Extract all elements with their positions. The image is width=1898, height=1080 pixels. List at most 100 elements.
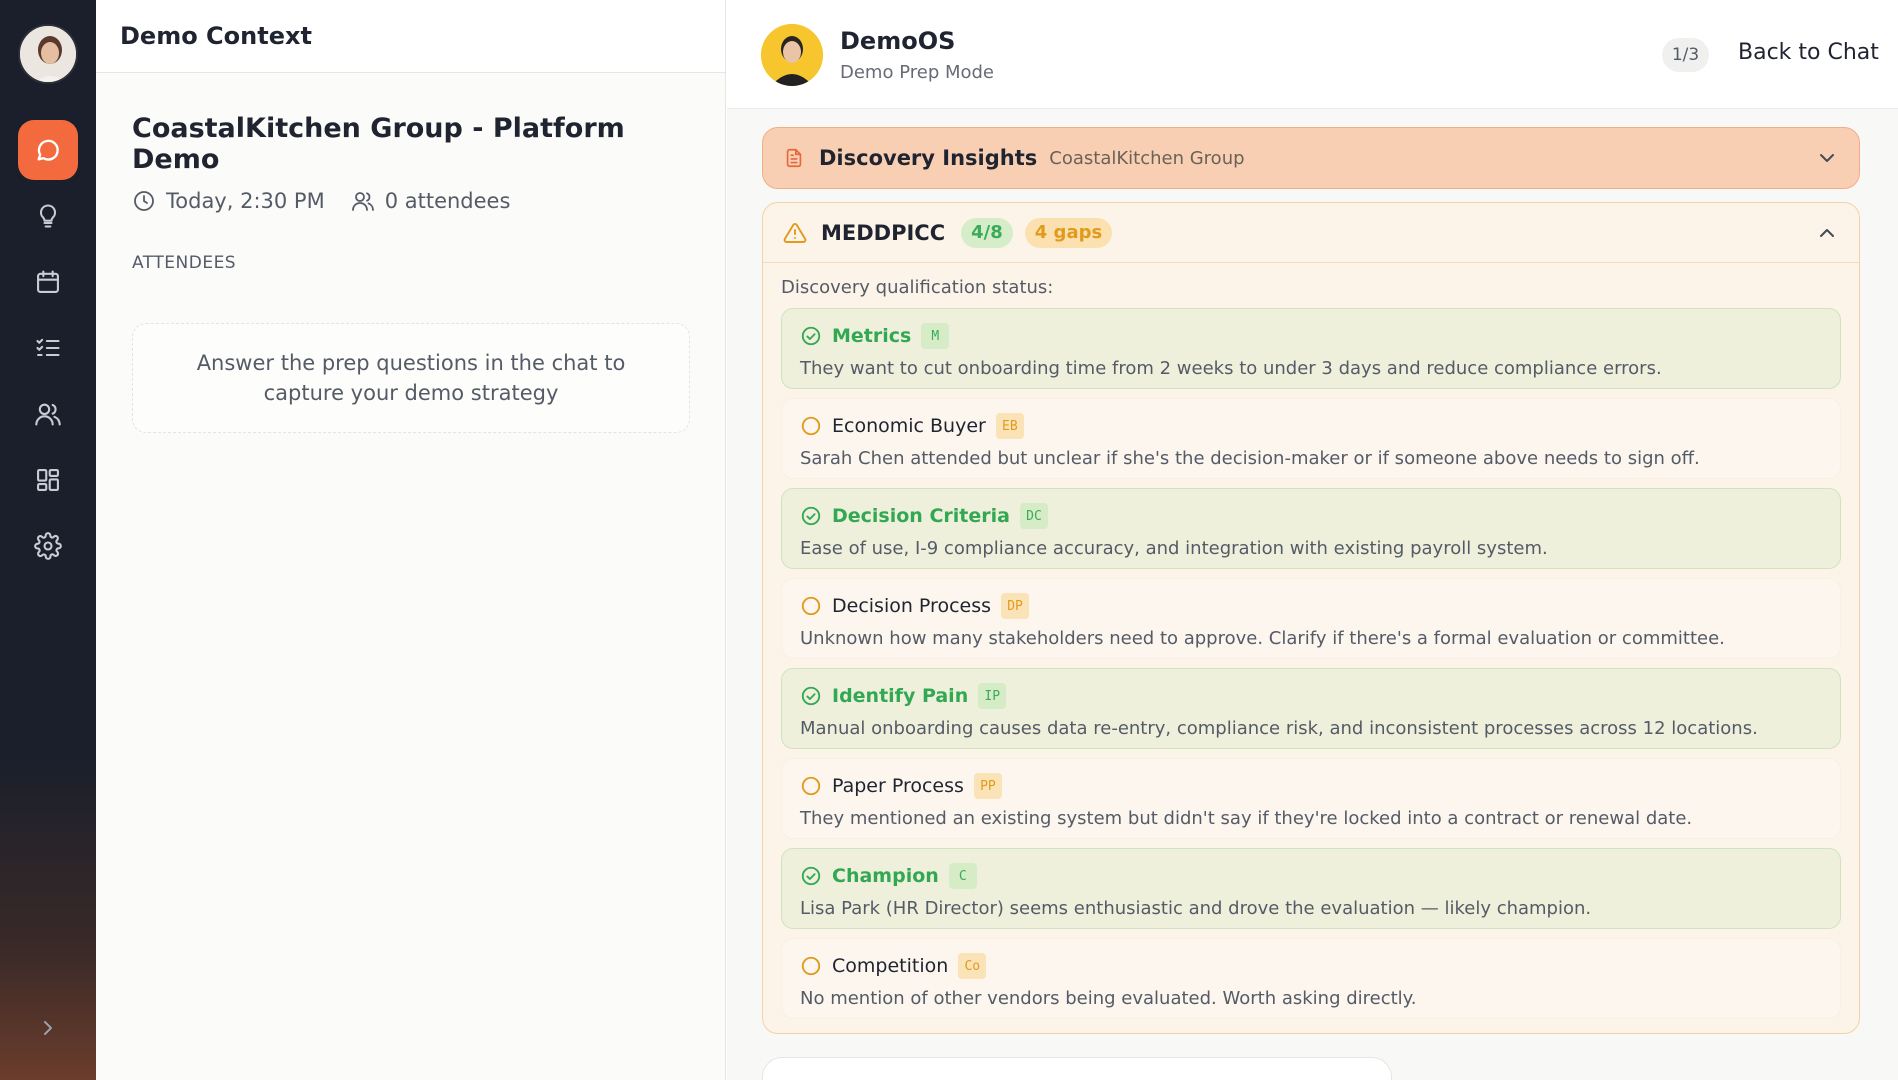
demo-title: CoastalKitchen Group - Platform Demo — [132, 113, 625, 175]
meddpicc-item-name: Champion — [832, 865, 939, 887]
meddpicc-score-badge: 4/8 — [961, 217, 1013, 248]
attendees-section-label: ATTENDEES — [132, 253, 237, 273]
meddpicc-item-code: DC — [1019, 503, 1048, 529]
meddpicc-item-code: C — [948, 863, 977, 889]
demo-time-text: Today, 2:30 PM — [166, 189, 325, 213]
warning-icon — [783, 222, 807, 243]
nav-rail — [0, 0, 96, 1080]
step-pager: 1/3 — [1662, 38, 1709, 72]
checklist-icon — [36, 338, 60, 357]
bot-avatar-image — [761, 24, 823, 86]
meddpicc-item-name: Decision Process — [832, 595, 992, 617]
meddpicc-item-row: Economic Buyer EB — [800, 412, 1822, 440]
meddpicc-item-row: Decision Process DP — [800, 592, 1822, 620]
demo-meta: Today, 2:30 PM 0 attendees — [132, 189, 689, 213]
context-header: Demo Context — [96, 0, 725, 73]
meddpicc-item-row: Champion C — [800, 862, 1822, 890]
nav-tasks[interactable] — [18, 318, 78, 378]
nav-settings[interactable] — [18, 516, 78, 576]
meddpicc-item-row: Metrics M — [800, 322, 1822, 350]
meddpicc-item-desc: Sarah Chen attended but unclear if she's… — [800, 448, 1700, 469]
meddpicc-item-name: Decision Criteria — [832, 505, 1010, 527]
meddpicc-title: MEDDPICC — [821, 220, 946, 245]
meddpicc-items: Metrics M They want to cut onboarding time… — [781, 308, 1841, 1019]
meddpicc-item-row: Identify Pain IP — [800, 682, 1822, 710]
demo-attendees-text: 0 attendees — [384, 189, 511, 213]
empty-circle-icon — [801, 956, 821, 976]
meddpicc-item-code: IP — [978, 683, 1007, 709]
demo-attendees: 0 attendees — [351, 189, 511, 213]
users-icon — [35, 403, 61, 426]
meddpicc-item-row: Decision Criteria DC — [800, 502, 1822, 530]
meddpicc-item-name: Identify Pain — [832, 685, 969, 707]
empty-circle-icon — [801, 596, 821, 616]
calendar-icon — [37, 270, 59, 293]
empty-circle-icon — [801, 776, 821, 796]
check-circle-icon — [801, 866, 821, 886]
nav-chat[interactable] — [18, 120, 78, 180]
bot-avatar — [761, 24, 823, 86]
demoos-topbar: DemoOS Demo Prep Mode 1/3 Back to Chat — [727, 0, 1898, 109]
meddpicc-item-desc: Manual onboarding causes data re-entry, … — [800, 718, 1758, 739]
demo-time: Today, 2:30 PM — [132, 189, 325, 213]
bot-mode: Demo Prep Mode — [840, 62, 995, 83]
demo-context-panel: Demo Context CoastalKitchen Group - Plat… — [96, 0, 726, 1080]
context-title: Demo Context — [120, 22, 312, 50]
document-icon — [786, 148, 802, 168]
next-card-partial — [762, 1057, 1392, 1080]
lightbulb-icon — [39, 204, 57, 228]
discovery-insights-company: CoastalKitchen Group — [1049, 147, 1245, 169]
nav-insights[interactable] — [18, 186, 78, 246]
meddpicc-item-decision-criteria: Decision Criteria DC Ease of use, I-9 comp… — [781, 488, 1841, 569]
meddpicc-item-row: Competition Co — [800, 952, 1822, 980]
check-circle-icon — [801, 506, 821, 526]
meddpicc-item-desc: No mention of other vendors being evalua… — [800, 988, 1417, 1009]
chevron-right-icon[interactable] — [36, 1016, 60, 1040]
check-circle-icon — [801, 686, 821, 706]
meddpicc-item-code: DP — [1001, 593, 1030, 619]
users-icon — [351, 192, 374, 211]
meddpicc-item-code: Co — [958, 953, 987, 979]
meddpicc-item-desc: Unknown how many stakeholders need to ap… — [800, 628, 1725, 649]
meddpicc-header[interactable]: MEDDPICC 4/8 4 gaps — [763, 203, 1859, 263]
chat-bubble-icon — [37, 139, 59, 161]
meddpicc-gaps-badge: 4 gaps — [1024, 217, 1113, 248]
meddpicc-item-name: Paper Process — [832, 775, 964, 797]
meddpicc-item-champion: Champion C Lisa Park (HR Director) seems e… — [781, 848, 1841, 929]
gear-icon — [34, 532, 62, 560]
empty-circle-icon — [801, 416, 821, 436]
meddpicc-item-desc: They want to cut onboarding time from 2 … — [800, 358, 1662, 379]
chevron-up-icon[interactable] — [1815, 221, 1839, 245]
user-avatar[interactable] — [18, 24, 78, 84]
meddpicc-item-metrics: Metrics M They want to cut onboarding time… — [781, 308, 1841, 389]
user-avatar-image — [20, 26, 76, 82]
meddpicc-item-decision-process: Decision Process DP Unknown how many stake… — [781, 578, 1841, 659]
meddpicc-item-name: Competition — [832, 955, 949, 977]
back-to-chat-button[interactable]: Back to Chat — [1738, 40, 1879, 65]
meddpicc-card: MEDDPICC 4/8 4 gaps Discovery qualificat… — [762, 202, 1860, 1034]
clock-icon — [134, 191, 154, 211]
meddpicc-item-desc: Ease of use, I-9 compliance accuracy, an… — [800, 538, 1548, 559]
bot-name: DemoOS — [840, 27, 956, 55]
qualification-status-label: Discovery qualification status: — [781, 277, 1054, 298]
meddpicc-item-competition: Competition Co No mention of other vendors… — [781, 938, 1841, 1019]
nav-contacts[interactable] — [18, 384, 78, 444]
chevron-down-icon[interactable] — [1815, 146, 1839, 170]
nav-calendar[interactable] — [18, 252, 78, 312]
meddpicc-item-code: EB — [995, 413, 1024, 439]
meddpicc-item-code: M — [921, 323, 950, 349]
meddpicc-item-row: Paper Process PP — [800, 772, 1822, 800]
meddpicc-item-code: PP — [973, 773, 1002, 799]
discovery-insights-header[interactable]: Discovery Insights CoastalKitchen Group — [762, 127, 1860, 189]
demoos-panel: DemoOS Demo Prep Mode 1/3 Back to Chat D… — [727, 0, 1898, 1080]
meddpicc-item-desc: Lisa Park (HR Director) seems enthusiast… — [800, 898, 1592, 919]
meddpicc-item-economic-buyer: Economic Buyer EB Sarah Chen attended but … — [781, 398, 1841, 479]
grid-icon — [37, 469, 59, 491]
meddpicc-item-name: Metrics — [832, 325, 912, 347]
strategy-empty-state: Answer the prep questions in the chat to… — [132, 323, 690, 433]
nav-dashboard[interactable] — [18, 450, 78, 510]
meddpicc-item-paper-process: Paper Process PP They mentioned an existin… — [781, 758, 1841, 839]
discovery-insights-title: Discovery Insights — [819, 146, 1038, 170]
check-circle-icon — [801, 326, 821, 346]
meddpicc-item-desc: They mentioned an existing system but di… — [800, 808, 1693, 829]
